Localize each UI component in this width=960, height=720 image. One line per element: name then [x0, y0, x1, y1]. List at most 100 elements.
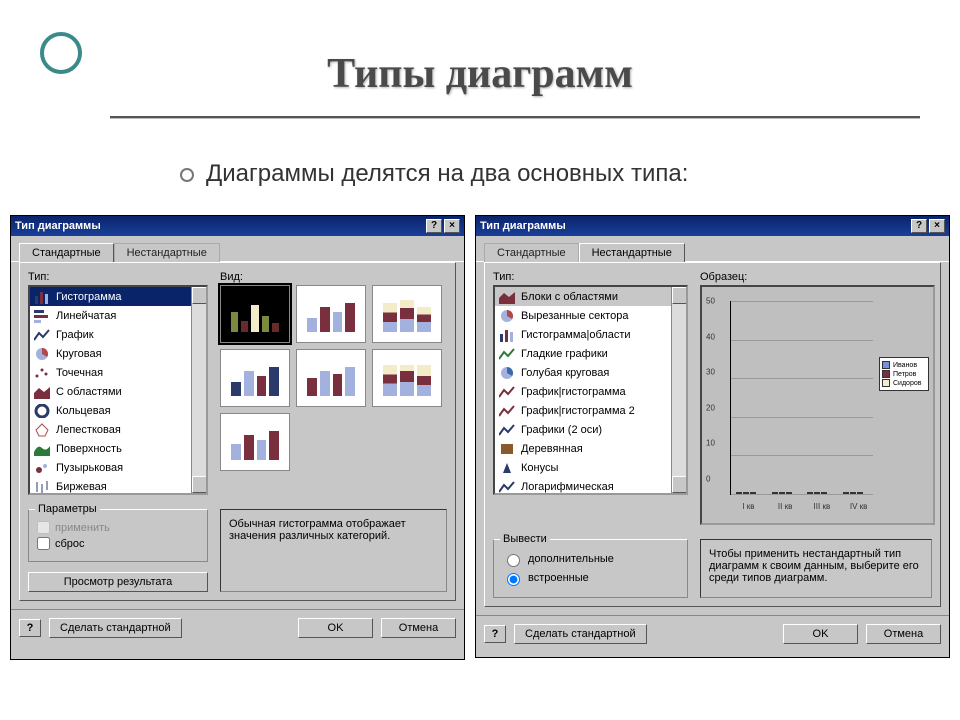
type-list-item[interactable]: Линейчатая: [30, 306, 206, 325]
tab-standard[interactable]: Стандартные: [19, 243, 114, 262]
custom-description: Чтобы применить нестандартный тип диагра…: [700, 539, 932, 598]
checkbox-reset[interactable]: сброс: [37, 537, 199, 550]
type-list-item[interactable]: Поверхность: [30, 439, 206, 458]
wood-icon: [499, 442, 515, 456]
set-standard-button[interactable]: Сделать стандартной: [514, 624, 647, 644]
legend-label: Иванов: [893, 362, 917, 369]
subtype-option[interactable]: [220, 413, 290, 471]
bubble-icon: [34, 461, 50, 475]
type-list-item[interactable]: График|гистограмма 2: [495, 401, 686, 420]
type-list-item[interactable]: Гистограмма: [30, 287, 206, 306]
type-list-item-label: График: [56, 329, 94, 341]
scatter-icon: [34, 366, 50, 380]
stock-icon: [34, 480, 50, 494]
type-list-item-label: Кольцевая: [56, 405, 111, 417]
type-list-item[interactable]: Графики (2 оси): [495, 420, 686, 439]
surface-icon: [34, 442, 50, 456]
tab-panel-custom: Тип: Блоки с областямиВырезанные сектора…: [484, 262, 941, 607]
type-list-item-label: Голубая круговая: [521, 367, 609, 379]
help-icon-button[interactable]: ?: [19, 619, 41, 637]
ok-button[interactable]: OK: [298, 618, 373, 638]
radio-extra[interactable]: дополнительные: [502, 551, 679, 567]
subtype-option[interactable]: [220, 349, 290, 407]
sample-label: Образец:: [700, 271, 935, 283]
y-tick-label: 50: [706, 297, 715, 306]
combo-icon: [499, 404, 515, 418]
bar: [807, 492, 813, 494]
tab-standard[interactable]: Стандартные: [484, 243, 579, 262]
cut-icon: [499, 309, 515, 323]
cancel-button[interactable]: Отмена: [866, 624, 941, 644]
type-list-item[interactable]: Биржевая: [30, 477, 206, 495]
line-icon: [34, 328, 50, 342]
bar: [786, 492, 792, 494]
bar: [779, 492, 785, 494]
titlebar[interactable]: Тип диаграммы ? ×: [11, 216, 464, 236]
close-button[interactable]: ×: [444, 219, 460, 233]
smooth-icon: [499, 347, 515, 361]
type-label: Тип:: [28, 271, 208, 283]
subtype-option[interactable]: [372, 285, 442, 343]
type-listbox[interactable]: Гистограмма Линейчатая График Круговая Точеч…: [28, 285, 208, 495]
tab-strip: Стандартные Нестандартные: [11, 236, 464, 262]
help-icon-button[interactable]: ?: [484, 625, 506, 643]
subtype-option[interactable]: [296, 349, 366, 407]
ok-button[interactable]: OK: [783, 624, 858, 644]
tab-custom[interactable]: Нестандартные: [114, 243, 220, 262]
set-standard-button[interactable]: Сделать стандартной: [49, 618, 182, 638]
type-list-item[interactable]: Гистограмма|области: [495, 325, 686, 344]
type-list-item[interactable]: Конусы: [495, 458, 686, 477]
radar-icon: [34, 423, 50, 437]
subtype-option[interactable]: [372, 349, 442, 407]
help-button[interactable]: ?: [426, 219, 442, 233]
bar: [772, 492, 778, 494]
titlebar[interactable]: Тип диаграммы ? ×: [476, 216, 949, 236]
close-button[interactable]: ×: [929, 219, 945, 233]
type-list-item[interactable]: Кольцевая: [30, 401, 206, 420]
type-list-item[interactable]: Пузырьковая: [30, 458, 206, 477]
type-list-item[interactable]: Деревянная: [495, 439, 686, 458]
legend-swatch: [882, 361, 890, 369]
type-list-item[interactable]: Блоки с областями: [495, 287, 686, 306]
subtype-option[interactable]: [296, 285, 366, 343]
type-list-item[interactable]: Вырезанные сектора: [495, 306, 686, 325]
legend-label: Петров: [893, 371, 916, 378]
titlebar-text: Тип диаграммы: [15, 220, 101, 232]
type-list-item-label: Гистограмма|области: [521, 329, 631, 341]
y-tick-label: 20: [706, 403, 715, 412]
tab-panel-standard: Тип: Гистограмма Линейчатая График Круговая…: [19, 262, 456, 601]
dialog-chart-type-standard: Тип диаграммы ? × Стандартные Нестандарт…: [10, 215, 465, 660]
subtype-option[interactable]: [220, 285, 290, 343]
type-list-item-label: Линейчатая: [56, 310, 116, 322]
scrollbar[interactable]: [671, 287, 686, 493]
help-button[interactable]: ?: [911, 219, 927, 233]
type-list-item[interactable]: Логарифмическая: [495, 477, 686, 495]
x-tick-label: II кв: [778, 502, 792, 511]
type-list-item[interactable]: Круговая: [30, 344, 206, 363]
type-list-item[interactable]: Точечная: [30, 363, 206, 382]
type-list-item-label: Логарифмическая: [521, 481, 614, 493]
tab-custom[interactable]: Нестандартные: [579, 243, 685, 262]
type-list-item-label: С областями: [56, 386, 122, 398]
type-list-item-label: Гладкие графики: [521, 348, 608, 360]
radio-builtin[interactable]: встроенные: [502, 570, 679, 586]
type-list-item-label: Гистограмма: [56, 291, 122, 303]
cancel-button[interactable]: Отмена: [381, 618, 456, 638]
type-list-item-label: Круговая: [56, 348, 102, 360]
bar: [736, 492, 742, 494]
slide-title: Типы диаграмм: [0, 50, 960, 98]
scrollbar[interactable]: [191, 287, 206, 493]
type-list-item[interactable]: С областями: [30, 382, 206, 401]
type-listbox[interactable]: Блоки с областями Вырезанные сектора Гисто…: [493, 285, 688, 495]
type-list-item[interactable]: График: [30, 325, 206, 344]
sample-chart: ИвановПетровСидоров 01020304050I квII кв…: [700, 285, 935, 525]
y-tick-label: 30: [706, 368, 715, 377]
legend-item: Петров: [882, 370, 926, 378]
type-list-item-label: Поверхность: [56, 443, 122, 455]
type-list-item[interactable]: График|гистограмма: [495, 382, 686, 401]
type-list-item[interactable]: Голубая круговая: [495, 363, 686, 382]
type-list-item-label: Блоки с областями: [521, 291, 618, 303]
type-list-item[interactable]: Гладкие графики: [495, 344, 686, 363]
type-list-item[interactable]: Лепестковая: [30, 420, 206, 439]
preview-result-button[interactable]: Просмотр результата: [28, 572, 208, 592]
